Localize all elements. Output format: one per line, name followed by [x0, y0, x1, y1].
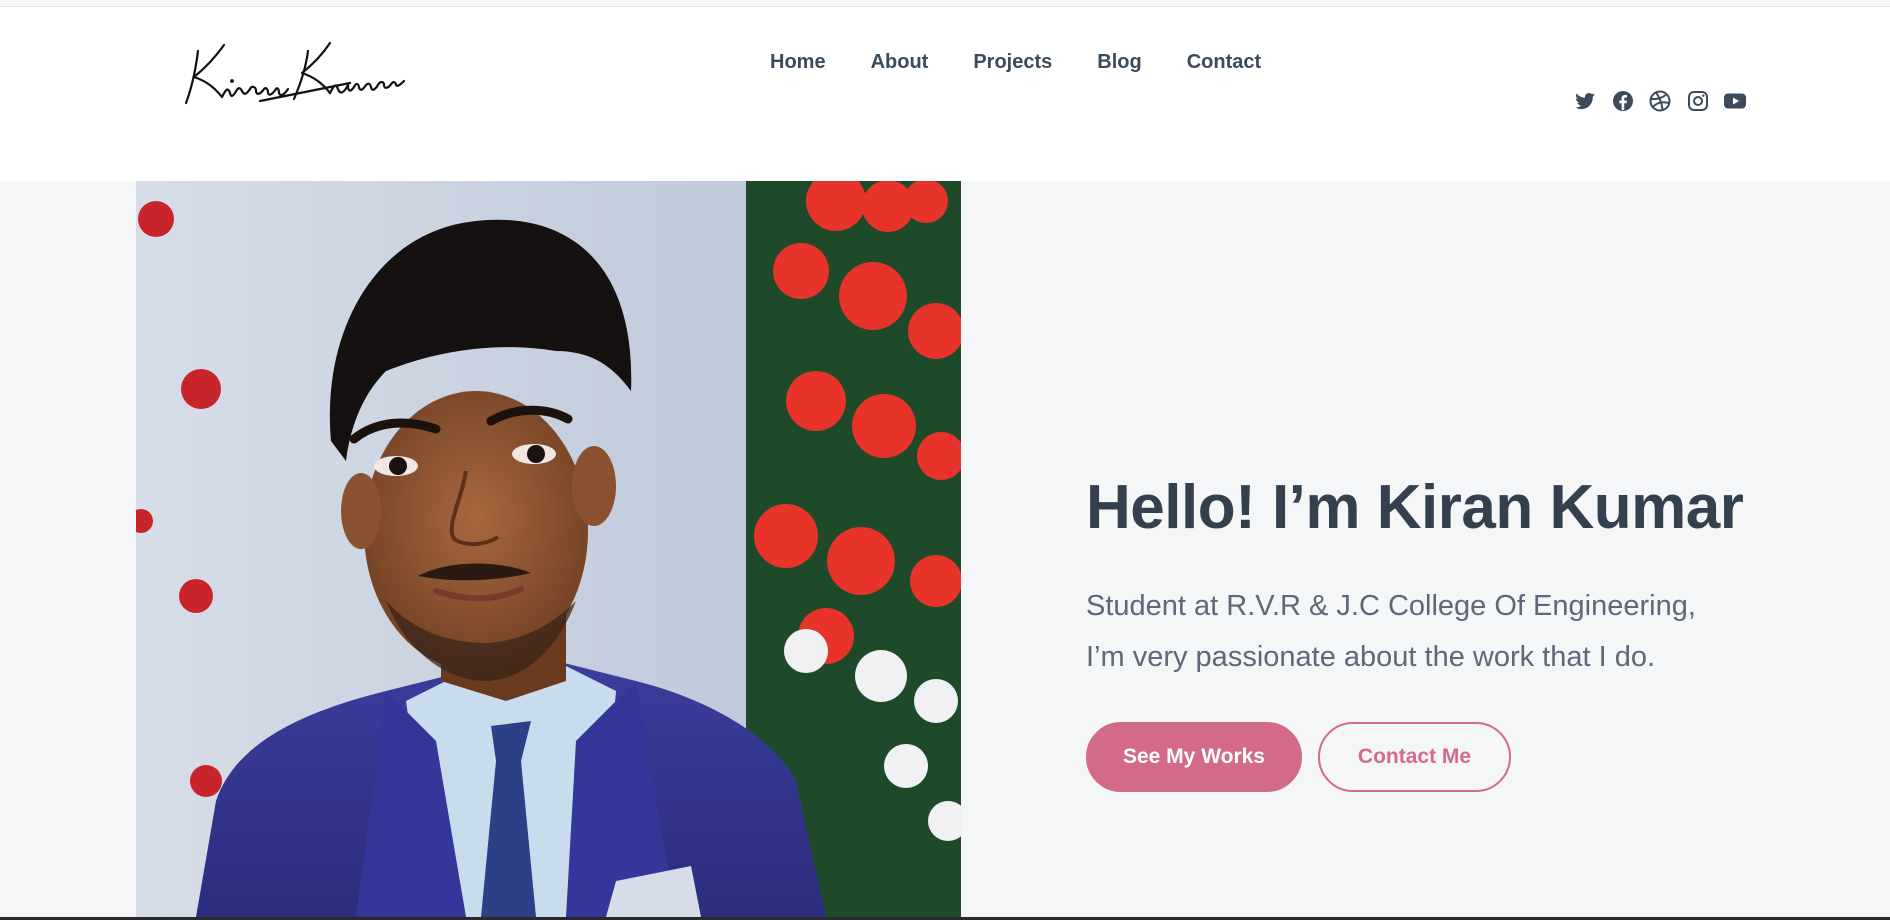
- youtube-icon[interactable]: [1723, 89, 1747, 113]
- twitter-icon[interactable]: [1573, 89, 1597, 113]
- hero-title: Hello! I’m Kiran Kumar: [1086, 473, 1744, 542]
- instagram-icon[interactable]: [1686, 89, 1710, 113]
- hero-subtitle-line-2: I’m very passionate about the work that …: [1086, 641, 1656, 673]
- hero-section: Hello! I’m Kiran Kumar Student at R.V.R …: [0, 181, 1890, 917]
- nav-projects[interactable]: Projects: [973, 51, 1052, 74]
- hero-subtitle: Student at R.V.R & J.C College Of Engine…: [1086, 581, 1846, 683]
- nav-about[interactable]: About: [871, 51, 929, 74]
- hero-subtitle-line-1: Student at R.V.R & J.C College Of Engine…: [1086, 590, 1696, 622]
- top-border: [0, 0, 1890, 7]
- nav-home[interactable]: Home: [770, 51, 826, 74]
- profile-photo: [136, 181, 961, 917]
- social-links: [1573, 89, 1761, 113]
- nav-contact[interactable]: Contact: [1187, 51, 1261, 74]
- logo[interactable]: [180, 37, 412, 113]
- facebook-icon[interactable]: [1611, 89, 1635, 113]
- site-header: Home About Projects Blog Contact: [0, 7, 1890, 181]
- dribbble-icon[interactable]: [1648, 89, 1672, 113]
- contact-me-button[interactable]: Contact Me: [1318, 722, 1511, 792]
- hero-content: Hello! I’m Kiran Kumar Student at R.V.R …: [1086, 471, 1846, 792]
- signature-logo-icon: [184, 41, 406, 105]
- see-my-works-button[interactable]: See My Works: [1086, 722, 1302, 792]
- nav-blog[interactable]: Blog: [1097, 51, 1141, 74]
- main-nav: Home About Projects Blog Contact: [770, 51, 1306, 74]
- hero-buttons: See My Works Contact Me: [1086, 722, 1511, 792]
